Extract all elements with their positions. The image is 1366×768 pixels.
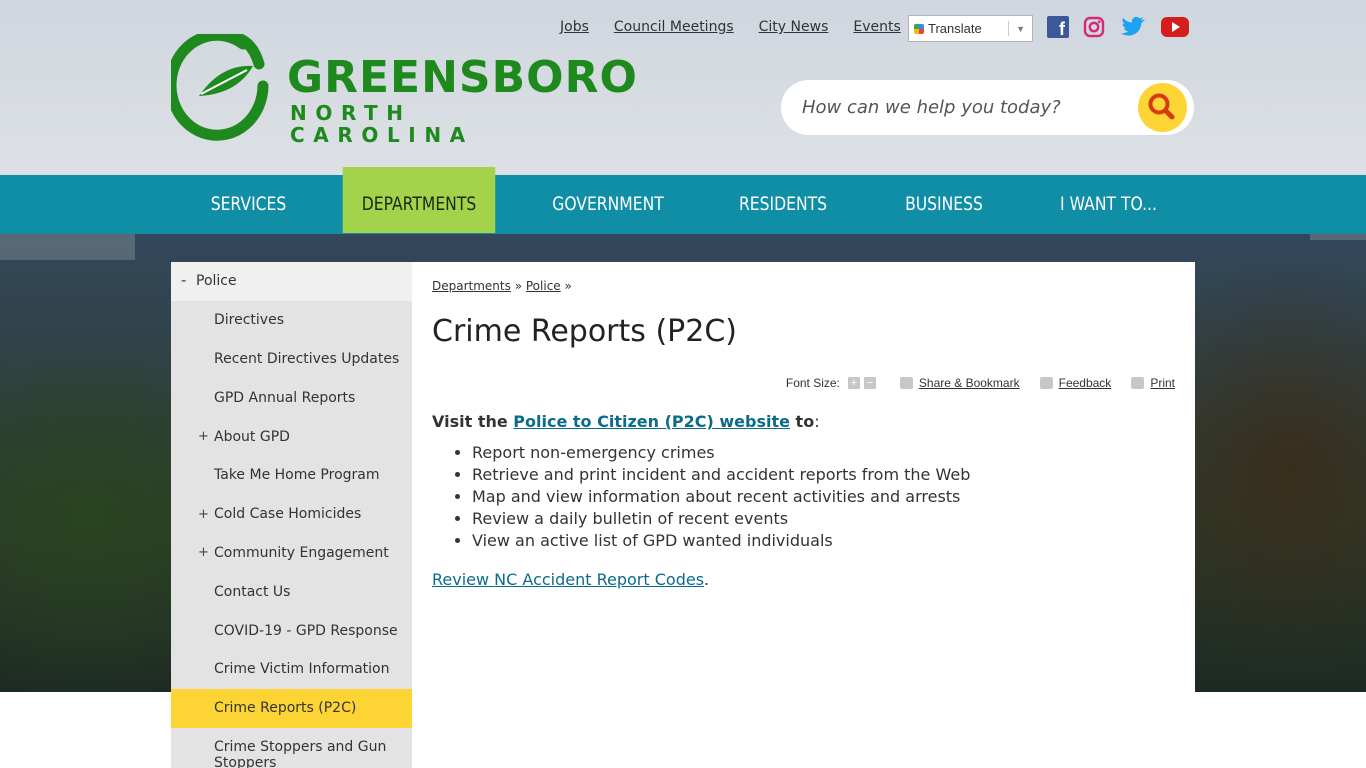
print-icon — [1131, 377, 1145, 389]
logo-wordmark: GREENSBORO — [287, 52, 638, 103]
accident-report-codes-link[interactable]: Review NC Accident Report Codes — [432, 570, 704, 589]
sidebar-item-label: About GPD — [214, 428, 290, 445]
sidebar-item-label: Crime Reports (P2C) — [214, 700, 357, 717]
list-item: Map and view information about recent ac… — [472, 486, 970, 508]
sidebar-item-crime-victim-information[interactable]: Crime Victim Information — [171, 650, 412, 689]
logo-subtitle: NORTH CAROLINA — [290, 101, 474, 147]
nav-departments[interactable]: DEPARTMENTS — [342, 167, 496, 233]
toplink-council-meetings[interactable]: Council Meetings — [614, 19, 734, 35]
feedback-link[interactable]: Feedback — [1059, 376, 1112, 390]
font-decrease-button[interactable]: − — [863, 377, 876, 389]
sidebar-item-label: Directives — [214, 312, 284, 329]
intro-suffix: to — [789, 412, 815, 431]
breadcrumb-separator: » — [514, 279, 523, 293]
sidebar-item-label: Contact Us — [214, 583, 291, 600]
sidebar-item-about-gpd[interactable]: + About GPD — [171, 417, 412, 456]
nav-residents[interactable]: RESIDENTS — [718, 175, 848, 234]
review-suffix: . — [704, 570, 710, 589]
sidebar-item-gpd-annual-reports[interactable]: GPD Annual Reports — [171, 378, 412, 417]
sidebar-item-label: Crime Stoppers and Gun Stoppers — [214, 738, 387, 768]
nav-services[interactable]: SERVICES — [185, 175, 312, 234]
search-icon — [1148, 93, 1175, 120]
review-codes-text: Review NC Accident Report Codes. — [432, 570, 709, 589]
city-logo[interactable]: GREENSBORO NORTH CAROLINA — [171, 34, 637, 147]
sidebar-item-crime-stoppers[interactable]: Crime Stoppers and Gun Stoppers — [171, 728, 412, 768]
twitter-icon[interactable] — [1121, 16, 1146, 38]
sidebar-item-label: GPD Annual Reports — [214, 389, 356, 406]
site-search — [781, 80, 1194, 135]
intro-text: Visit the Police to Citizen (P2C) websit… — [432, 412, 820, 431]
sidebar-item-label: Community Engagement — [214, 544, 389, 561]
sidebar-item-take-me-home-program[interactable]: Take Me Home Program — [171, 456, 412, 495]
greensboro-leaf-logo-icon — [171, 34, 269, 141]
search-button[interactable] — [1138, 83, 1187, 132]
search-input[interactable] — [802, 97, 1132, 118]
toplink-events[interactable]: Events — [853, 19, 900, 35]
breadcrumb: Departments » Police » — [432, 279, 572, 293]
font-size-label: Font Size: — [785, 376, 840, 390]
translate-label: Translate — [928, 21, 982, 36]
page-title: Crime Reports (P2C) — [432, 314, 737, 349]
list-item: Retrieve and print incident and accident… — [472, 464, 970, 486]
top-utility-links: Jobs Council Meetings City News Events — [560, 19, 901, 35]
nav-government[interactable]: GOVERNMENT — [529, 175, 686, 234]
feature-list: Report non-emergency crimes Retrieve and… — [472, 442, 970, 552]
toplink-jobs[interactable]: Jobs — [560, 19, 589, 35]
expand-icon[interactable]: + — [198, 545, 209, 560]
translate-dropdown[interactable]: Translate ▼ — [908, 15, 1033, 42]
sidebar-item-cold-case-homicides[interactable]: + Cold Case Homicides — [171, 495, 412, 534]
share-icon — [899, 377, 913, 389]
sidebar-item-label: Recent Directives Updates — [214, 350, 400, 367]
expand-icon[interactable]: + — [198, 507, 209, 522]
sidebar-item-label: Cold Case Homicides — [214, 506, 362, 523]
sidebar-item-label: COVID-19 - GPD Response — [214, 622, 398, 639]
p2c-website-link[interactable]: Police to Citizen (P2C) website — [513, 412, 790, 431]
breadcrumb-separator: » — [564, 279, 572, 293]
main-content: Departments » Police » Crime Reports (P2… — [412, 262, 1195, 692]
sidebar-navigation: - Police Directives Recent Directives Up… — [171, 262, 412, 768]
sidebar-item-community-engagement[interactable]: + Community Engagement — [171, 534, 412, 573]
list-item: Review a daily bulletin of recent events — [472, 508, 970, 530]
intro-prefix: Visit the — [432, 412, 514, 431]
expand-icon[interactable]: + — [198, 429, 209, 444]
sidebar-item-covid-19-gpd-response[interactable]: COVID-19 - GPD Response — [171, 611, 412, 650]
chevron-down-icon: ▼ — [1016, 23, 1025, 34]
feedback-icon — [1039, 377, 1053, 389]
google-translate-icon — [914, 23, 924, 34]
facebook-icon[interactable]: f — [1047, 16, 1069, 38]
list-item: View an active list of GPD wanted indivi… — [472, 530, 970, 552]
font-increase-button[interactable]: + — [847, 377, 860, 389]
sidebar-item-contact-us[interactable]: Contact Us — [171, 572, 412, 611]
breadcrumb-departments[interactable]: Departments — [432, 279, 511, 293]
share-bookmark-link[interactable]: Share & Bookmark — [919, 376, 1020, 390]
youtube-icon[interactable] — [1161, 16, 1189, 38]
breadcrumb-police[interactable]: Police — [526, 279, 561, 293]
main-navigation: SERVICES DEPARTMENTS GOVERNMENT RESIDENT… — [0, 167, 1366, 234]
collapse-icon[interactable]: - — [181, 271, 186, 289]
sidebar-item-label: Take Me Home Program — [214, 467, 380, 484]
sidebar-item-directives[interactable]: Directives — [171, 301, 412, 340]
sidebar-item-recent-directives-updates[interactable]: Recent Directives Updates — [171, 340, 412, 379]
list-item: Report non-emergency crimes — [472, 442, 970, 464]
intro-colon: : — [814, 412, 820, 431]
toplink-city-news[interactable]: City News — [759, 19, 829, 35]
instagram-icon[interactable] — [1083, 16, 1105, 38]
sidebar-item-police[interactable]: - Police — [171, 262, 412, 301]
sidebar-item-crime-reports-p2c[interactable]: Crime Reports (P2C) — [171, 688, 412, 728]
nav-business[interactable]: BUSINESS — [877, 175, 1011, 234]
print-link[interactable]: Print — [1150, 376, 1175, 390]
sidebar-item-label: Police — [196, 273, 237, 290]
nav-i-want-to[interactable]: I WANT TO... — [1041, 175, 1176, 234]
sidebar-item-label: Crime Victim Information — [214, 661, 390, 678]
page-tools: Font Size: + − Share & Bookmark Feedback… — [786, 376, 1175, 390]
